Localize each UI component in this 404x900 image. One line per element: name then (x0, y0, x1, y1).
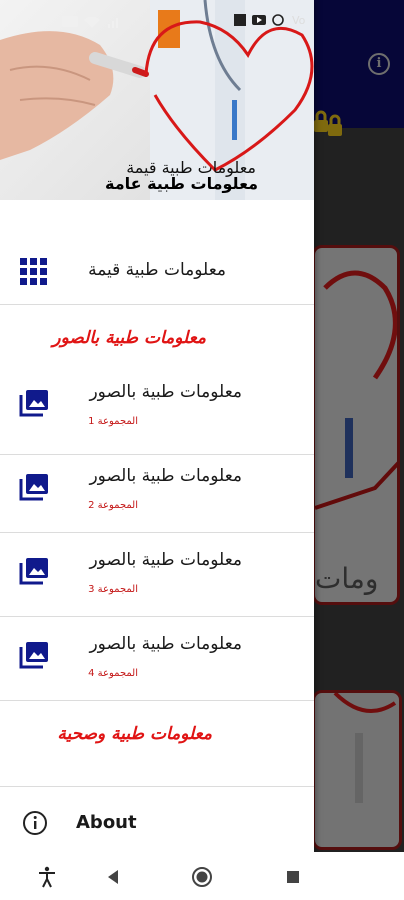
status-icons-right (234, 14, 284, 26)
menu-item-label: معلومات طبية بالصور (89, 466, 242, 486)
menu-item-sublabel: المجموعة 1 (88, 416, 138, 427)
divider (0, 700, 314, 701)
menu-item-label: معلومات طبية بالصور (89, 550, 242, 570)
menu-item-sublabel: المجموعة 3 (88, 584, 138, 595)
menu-item-label: معلومات طبية بالصور (89, 382, 242, 402)
header-title-line2: معلومات طبية عامة (104, 174, 258, 193)
status-icons-left (62, 16, 118, 28)
section-title-images: معلومات طبية بالصور (52, 328, 206, 348)
drawer-menu: معلومات طبية قيمة معلومات طبية بالصور مع… (0, 200, 314, 852)
photo-library-icon (19, 642, 48, 669)
divider (0, 786, 314, 787)
menu-item-images-group-2[interactable]: معلومات طبية بالصور المجموعة 2 (0, 454, 314, 538)
back-icon[interactable] (102, 866, 124, 888)
photo-library-icon (19, 558, 48, 585)
divider (0, 304, 314, 305)
menu-item-about[interactable]: About (0, 798, 314, 850)
menu-item-images-group-1[interactable]: معلومات طبية بالصور المجموعة 1 (0, 370, 314, 454)
section-title-health: معلومات طبية وصحية (57, 724, 212, 744)
menu-item-sublabel: المجموعة 4 (88, 668, 138, 679)
divider (0, 616, 314, 617)
menu-item-label: معلومات طبية قيمة (88, 260, 226, 280)
photo-library-icon (19, 390, 48, 417)
info-icon (23, 811, 47, 835)
home-icon[interactable] (191, 866, 213, 888)
menu-item-valuable-info[interactable]: معلومات طبية قيمة (0, 244, 314, 304)
status-language: Vo (292, 14, 306, 27)
grid-icon (20, 258, 47, 285)
menu-item-images-group-3[interactable]: معلومات طبية بالصور المجموعة 3 (0, 538, 314, 622)
divider (0, 532, 314, 533)
status-bar: Vo (0, 0, 404, 40)
menu-item-images-group-4[interactable]: معلومات طبية بالصور المجموعة 4 (0, 622, 314, 706)
photo-library-icon (19, 474, 48, 501)
menu-item-sublabel: المجموعة 2 (88, 500, 138, 511)
navigation-drawer: معلومات طبية قيمة معلومات طبية عامة معلو… (0, 0, 314, 852)
menu-item-label: معلومات طبية بالصور (89, 634, 242, 654)
accessibility-icon[interactable] (36, 866, 58, 888)
about-label: About (76, 812, 137, 833)
recents-icon[interactable] (282, 866, 304, 888)
system-nav-bar (0, 852, 404, 900)
